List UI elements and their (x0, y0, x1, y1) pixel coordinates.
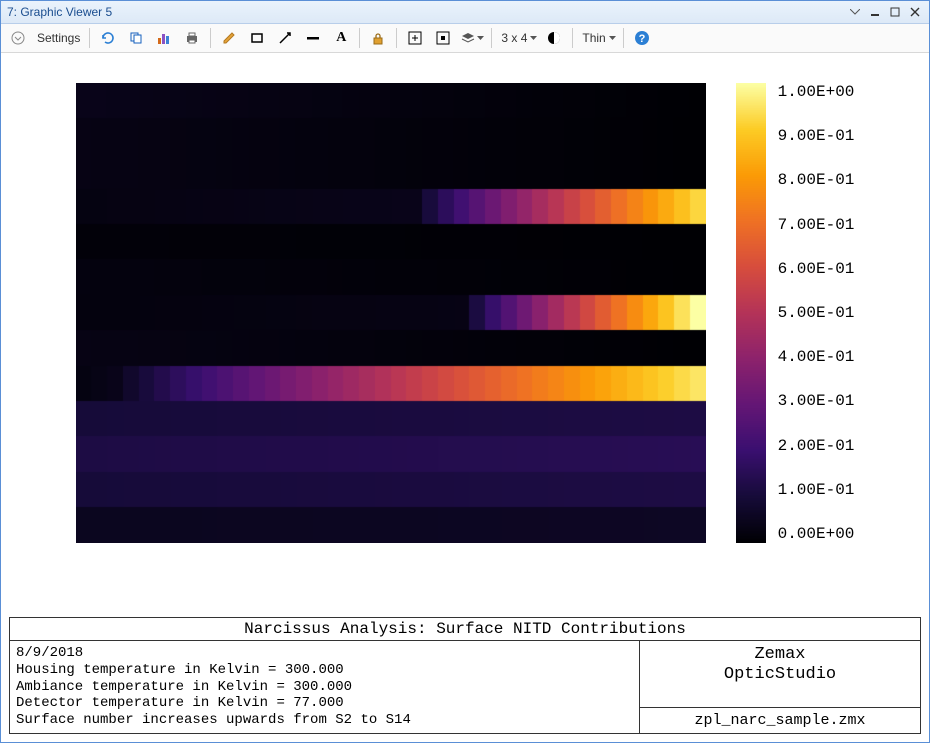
dropdown-indicator-icon[interactable] (847, 5, 863, 19)
maximize-button[interactable] (887, 5, 903, 19)
filename-label: zpl_narc_sample.zmx (640, 707, 920, 733)
line-weight-label: Thin (580, 31, 607, 45)
expand-icon[interactable] (5, 27, 31, 49)
colorbar-tick: 1.00E-01 (778, 481, 855, 499)
horizontal-line-icon[interactable] (300, 27, 326, 49)
grid-size-label: 3 x 4 (499, 31, 529, 45)
grid-size-control[interactable]: 3 x 4 (497, 27, 539, 49)
colorbar-tick: 4.00E-01 (778, 348, 855, 366)
contrast-icon[interactable] (541, 27, 567, 49)
rectangle-icon[interactable] (244, 27, 270, 49)
close-button[interactable] (907, 5, 923, 19)
info-panel: Narcissus Analysis: Surface NITD Contrib… (9, 617, 921, 734)
colorbar-tick: 2.00E-01 (778, 437, 855, 455)
info-right: Zemax OpticStudio zpl_narc_sample.zmx (639, 641, 920, 733)
content-area: 1.00E+00 9.00E-01 8.00E-01 7.00E-01 6.00E-01… (1, 53, 929, 742)
info-details: 8/9/2018 Housing temperature in Kelvin =… (10, 641, 639, 733)
info-heading: Narcissus Analysis: Surface NITD Contrib… (10, 618, 920, 641)
lock-icon[interactable] (365, 27, 391, 49)
colorbar-container: 1.00E+00 9.00E-01 8.00E-01 7.00E-01 6.00E-01… (736, 83, 855, 543)
plot-area: 1.00E+00 9.00E-01 8.00E-01 7.00E-01 6.00E-01… (1, 53, 929, 611)
colorbar-tick: 5.00E-01 (778, 304, 855, 322)
pencil-icon[interactable] (216, 27, 242, 49)
colorbar-ticks: 1.00E+00 9.00E-01 8.00E-01 7.00E-01 6.00E-01… (778, 83, 855, 543)
colorbar-tick: 0.00E+00 (778, 525, 855, 543)
print-icon[interactable] (179, 27, 205, 49)
brand-block: Zemax OpticStudio (640, 641, 920, 707)
zoom-fit-icon[interactable] (402, 27, 428, 49)
colorbar-tick: 1.00E+00 (778, 83, 855, 101)
layers-icon[interactable] (458, 27, 486, 49)
zoom-actual-icon[interactable] (430, 27, 456, 49)
colorbar-canvas (736, 83, 766, 543)
copy-icon[interactable] (123, 27, 149, 49)
brand-line1: Zemax (754, 645, 805, 664)
refresh-icon[interactable] (95, 27, 121, 49)
help-icon[interactable]: ? (629, 27, 655, 49)
colorbar-tick: 6.00E-01 (778, 260, 855, 278)
heatmap-canvas (76, 83, 706, 543)
chart-icon[interactable] (151, 27, 177, 49)
svg-text:?: ? (638, 33, 645, 45)
colorbar-tick: 9.00E-01 (778, 127, 855, 145)
colorbar-tick: 7.00E-01 (778, 216, 855, 234)
titlebar: 7: Graphic Viewer 5 (1, 1, 929, 24)
toolbar: Settings A (1, 24, 929, 53)
settings-label: Settings (35, 31, 82, 45)
colorbar-tick: 8.00E-01 (778, 171, 855, 189)
app-window: 7: Graphic Viewer 5 Settings (0, 0, 930, 743)
settings-button[interactable]: Settings (33, 27, 84, 49)
text-icon[interactable]: A (328, 27, 354, 49)
line-arrow-icon[interactable] (272, 27, 298, 49)
window-title: 7: Graphic Viewer 5 (7, 5, 112, 19)
colorbar-tick: 3.00E-01 (778, 392, 855, 410)
minimize-button[interactable] (867, 5, 883, 19)
line-weight-control[interactable]: Thin (578, 27, 617, 49)
brand-line2: OpticStudio (724, 665, 836, 684)
